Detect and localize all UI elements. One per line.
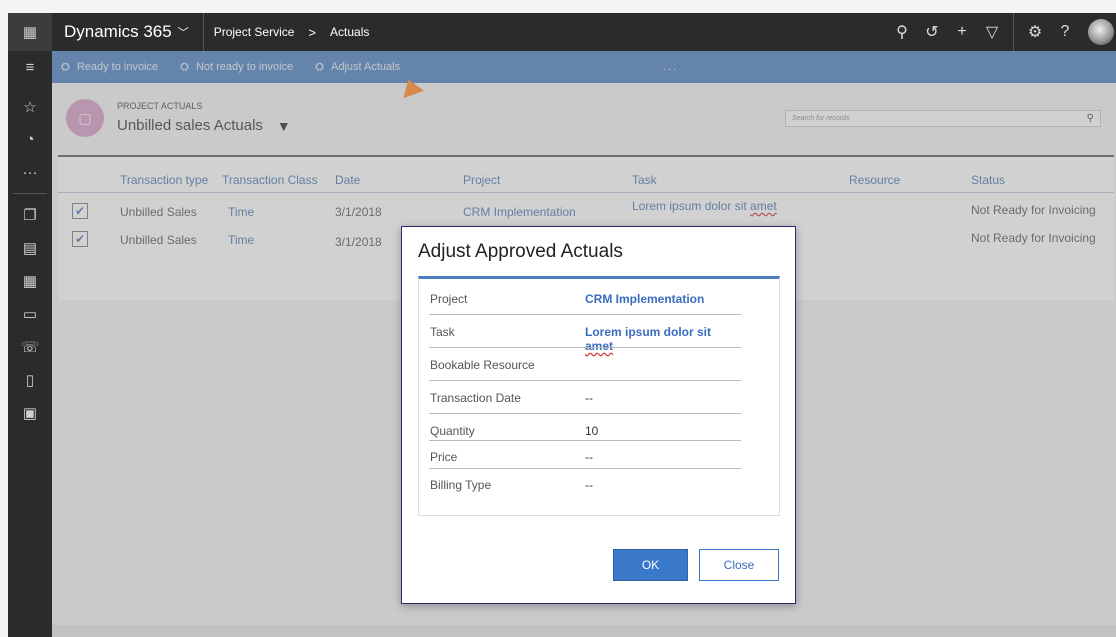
ok-button[interactable]: OK: [613, 549, 688, 581]
field-task: Task Lorem ipsum dolor sit amet: [429, 316, 741, 353]
field-transaction-date[interactable]: Transaction Date --: [429, 382, 741, 414]
divider: [429, 314, 741, 315]
field-quantity[interactable]: Quantity 10: [429, 415, 741, 441]
brand-name: Dynamics 365: [64, 22, 172, 41]
contact-card-icon[interactable]: ▭: [8, 297, 52, 330]
schedule-icon[interactable]: ▦: [8, 264, 52, 297]
field-label: Price: [430, 450, 458, 464]
field-price[interactable]: Price --: [429, 441, 741, 469]
side-nav: ≡ ☆ ◔ ··· ❐ ▤ ▦ ▭ ☏ ▯ ▣: [8, 51, 52, 637]
history-icon[interactable]: ↺: [917, 22, 947, 42]
field-value: --: [585, 450, 593, 464]
document-icon[interactable]: ❐: [8, 198, 52, 231]
plus-icon[interactable]: +: [947, 23, 977, 41]
field-label: Task: [430, 325, 455, 339]
field-value: --: [585, 391, 593, 405]
field-label: Billing Type: [430, 478, 492, 492]
report-icon[interactable]: ▣: [8, 396, 52, 429]
top-nav-bar: ▦ Dynamics 365 ﹀ Project Service > Actua…: [8, 13, 1116, 51]
dialog-form: Project CRM Implementation Task Lorem ip…: [418, 276, 780, 516]
field-billing-type[interactable]: Billing Type --: [429, 469, 741, 501]
close-button[interactable]: Close: [699, 549, 779, 581]
more-icon[interactable]: ···: [8, 156, 52, 189]
breadcrumb-separator: >: [308, 24, 317, 40]
chevron-down-icon: ﹀: [177, 27, 189, 39]
star-icon[interactable]: ☆: [8, 90, 52, 123]
brand-menu[interactable]: Dynamics 365 ﹀: [52, 13, 203, 51]
clipboard-icon[interactable]: ▤: [8, 231, 52, 264]
breadcrumb-project-service[interactable]: Project Service: [204, 13, 305, 51]
dialog-title: Adjust Approved Actuals: [418, 241, 623, 262]
field-project: Project CRM Implementation: [429, 283, 741, 315]
search-icon[interactable]: ⚲: [887, 22, 917, 42]
field-label: Transaction Date: [430, 391, 521, 405]
alert-doc-icon[interactable]: ▯: [8, 363, 52, 396]
divider: [429, 347, 741, 348]
filter-icon[interactable]: ▽: [977, 22, 1007, 42]
adjust-actuals-dialog: Adjust Approved Actuals Project CRM Impl…: [401, 226, 796, 604]
help-icon[interactable]: ?: [1050, 23, 1080, 41]
app-window: ▦ Dynamics 365 ﹀ Project Service > Actua…: [0, 0, 1116, 637]
field-bookable-resource[interactable]: Bookable Resource: [429, 349, 741, 381]
field-label: Project: [430, 292, 468, 306]
field-label: Bookable Resource: [430, 358, 535, 372]
breadcrumb-actuals[interactable]: Actuals: [320, 13, 379, 51]
field-value: --: [585, 478, 593, 492]
divider: [13, 193, 47, 194]
divider: [429, 413, 741, 414]
divider: [1013, 13, 1014, 51]
task-text: Lorem ipsum dolor sit: [585, 325, 712, 339]
phone-icon[interactable]: ☏: [8, 330, 52, 363]
avatar[interactable]: [1088, 19, 1114, 45]
divider: [429, 380, 741, 381]
hamburger-icon[interactable]: ≡: [8, 51, 52, 84]
field-value[interactable]: 10: [585, 424, 598, 438]
app-launcher-icon[interactable]: ▦: [8, 13, 52, 51]
recent-icon[interactable]: ◔: [8, 123, 52, 156]
field-label: Quantity: [430, 424, 475, 438]
settings-icon[interactable]: ⚙: [1020, 22, 1050, 42]
field-value-link[interactable]: CRM Implementation: [585, 292, 704, 306]
top-icons: ⚲ ↺ + ▽ ⚙ ?: [887, 13, 1116, 51]
